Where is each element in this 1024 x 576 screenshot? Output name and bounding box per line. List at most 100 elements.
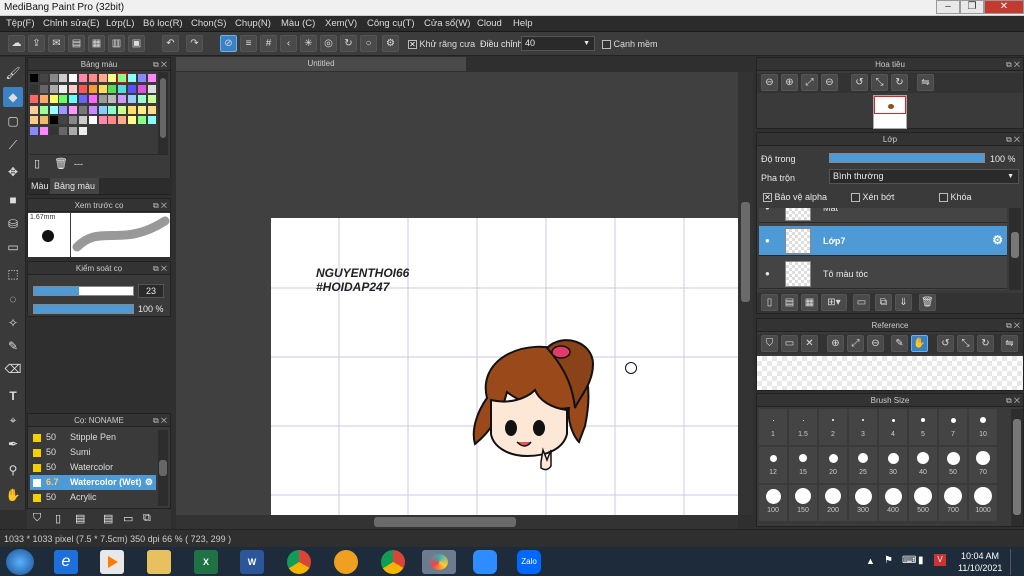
color-swatch[interactable]: [79, 105, 87, 114]
brush-size-option[interactable]: 200: [819, 485, 847, 521]
color-swatch[interactable]: [98, 84, 107, 93]
color-swatch[interactable]: [88, 116, 97, 124]
menu-layer[interactable]: Lớp(L): [106, 18, 134, 29]
add-layer-menu-icon[interactable]: ⊞▾: [821, 294, 847, 311]
color-swatch[interactable]: [49, 74, 58, 82]
color-swatch[interactable]: [98, 95, 107, 103]
color-swatch[interactable]: [88, 74, 97, 82]
color-swatch[interactable]: [59, 95, 68, 103]
brush-size-option[interactable]: 300: [849, 485, 877, 521]
color-swatch[interactable]: [79, 126, 87, 135]
color-swatch[interactable]: [108, 84, 117, 93]
merge-layer-icon[interactable]: ⇓: [895, 294, 912, 311]
color-swatch[interactable]: [128, 74, 136, 82]
brush-add-icon[interactable]: ⛉: [33, 512, 41, 525]
reference-cloud-icon[interactable]: ⛉: [761, 335, 778, 352]
color-swatch[interactable]: [108, 95, 117, 103]
color-swatch[interactable]: [137, 116, 146, 124]
color-swatch[interactable]: [59, 74, 68, 82]
color-swatch[interactable]: [118, 84, 127, 93]
rotate-right-icon[interactable]: ↻: [891, 74, 908, 91]
tray-v-icon[interactable]: V: [934, 554, 946, 566]
select-pen-tool-icon[interactable]: ✎: [3, 336, 23, 356]
tray-keyboard-icon[interactable]: ⌨: [902, 555, 916, 566]
reference-hand-icon[interactable]: ✋: [911, 335, 928, 352]
reference-rotate-right-icon[interactable]: ↻: [977, 335, 994, 352]
color-swatch[interactable]: [59, 105, 68, 114]
layer-scrollbar[interactable]: [1009, 208, 1021, 290]
brush-size-option[interactable]: 700: [939, 485, 967, 521]
panel-close-icon[interactable]: ⧉ ✕: [1006, 319, 1020, 332]
color-swatch[interactable]: [69, 74, 78, 82]
color-swatch[interactable]: [88, 84, 97, 93]
soft-edge-checkbox[interactable]: Cạnh mềm: [602, 39, 658, 50]
brush-size-option[interactable]: 15: [789, 447, 817, 483]
color-swatch[interactable]: [79, 116, 87, 124]
brush-size-option[interactable]: 10: [969, 409, 997, 445]
color-swatch[interactable]: [98, 74, 107, 82]
brush-list-item[interactable]: 6.7 Watercolor (Wet) ⚙: [30, 475, 156, 490]
zoom-out-icon[interactable]: ⊖: [761, 74, 778, 91]
magic-wand-tool-icon[interactable]: ✧: [3, 313, 23, 333]
brush-edit-icon[interactable]: ▤: [103, 512, 113, 525]
tab-color[interactable]: Màu: [31, 181, 49, 191]
minimize-button[interactable]: –: [936, 0, 960, 14]
color-swatch[interactable]: [137, 84, 146, 93]
color-swatch[interactable]: [98, 105, 107, 114]
layer-item[interactable]: ● Mắt: [759, 208, 1007, 223]
brush-list-item[interactable]: 50 Stipple Pen: [30, 430, 156, 445]
layer-folder-icon[interactable]: ▭: [853, 294, 870, 311]
text-tool-icon[interactable]: T: [3, 386, 23, 406]
duplicate-layer-icon[interactable]: ⧉: [875, 294, 892, 311]
tab-untitled[interactable]: Untitled: [176, 57, 466, 71]
brush-menu-icon[interactable]: ▤: [75, 512, 85, 525]
lock-checkbox[interactable]: Khóa: [939, 192, 972, 203]
color-swatch[interactable]: [137, 95, 146, 103]
palette-scrollbar[interactable]: [158, 72, 168, 154]
brush-tool-icon[interactable]: 🖌: [3, 63, 23, 83]
vanishing-snap-icon[interactable]: ‹: [280, 35, 297, 52]
menu-file[interactable]: Tệp(F): [6, 18, 35, 29]
panel-close-icon[interactable]: ⧉ ✕: [153, 58, 167, 71]
color-swatch[interactable]: [147, 84, 156, 93]
brush-size-slider[interactable]: [33, 286, 134, 296]
zalo-icon[interactable]: Zalo: [517, 550, 541, 574]
halftone-layer-icon[interactable]: ▦: [801, 294, 818, 311]
radial-snap-icon[interactable]: ✳: [300, 35, 317, 52]
color-swatch[interactable]: [49, 126, 58, 135]
brush-size-option[interactable]: 25: [849, 447, 877, 483]
brush-size-option[interactable]: 70: [969, 447, 997, 483]
document-icon[interactable]: ▦: [88, 35, 105, 52]
color-swatch[interactable]: [69, 116, 78, 124]
menu-help[interactable]: Help: [513, 18, 533, 29]
blend-select[interactable]: Bình thường ▼: [829, 169, 1019, 184]
layer-item[interactable]: ● Tô màu tóc: [759, 259, 1007, 289]
color-swatch[interactable]: [69, 84, 78, 93]
reset-icon[interactable]: ⤡: [871, 74, 888, 91]
brush-size-option[interactable]: 7: [939, 409, 967, 445]
color-swatch[interactable]: [98, 116, 107, 124]
brush-settings-gear-icon[interactable]: ⚙: [145, 475, 153, 490]
cloud-icon[interactable]: ☁: [8, 35, 25, 52]
brush-size-option[interactable]: 400: [879, 485, 907, 521]
color-swatch[interactable]: [49, 84, 58, 93]
color-swatch[interactable]: [59, 116, 68, 124]
cross-snap-icon[interactable]: #: [260, 35, 277, 52]
file-explorer-icon[interactable]: [147, 550, 171, 574]
new-folder-layer-icon[interactable]: ▤: [781, 294, 798, 311]
color-swatch[interactable]: [59, 126, 68, 135]
clipping-checkbox[interactable]: Xén bớt: [851, 192, 894, 203]
system-clock[interactable]: 10:04 AM 11/10/2021: [958, 550, 1002, 574]
brush-list-item[interactable]: 50 Watercolor: [30, 460, 156, 475]
navigator-preview[interactable]: [873, 95, 907, 129]
color-swatch[interactable]: [49, 105, 58, 114]
color-swatch[interactable]: [88, 105, 97, 114]
color-swatch[interactable]: [118, 95, 127, 103]
antialias-checkbox[interactable]: ✕ Khử răng cưa: [408, 39, 475, 50]
color-swatch[interactable]: [30, 95, 38, 103]
layer-settings-gear-icon[interactable]: ⚙: [992, 233, 1003, 247]
reference-fit-icon[interactable]: ⤢: [847, 335, 864, 352]
reference-eyedropper-icon[interactable]: ✎: [891, 335, 908, 352]
internet-explorer-icon[interactable]: e: [54, 550, 78, 574]
new-brush-icon[interactable]: ▯: [55, 512, 61, 525]
